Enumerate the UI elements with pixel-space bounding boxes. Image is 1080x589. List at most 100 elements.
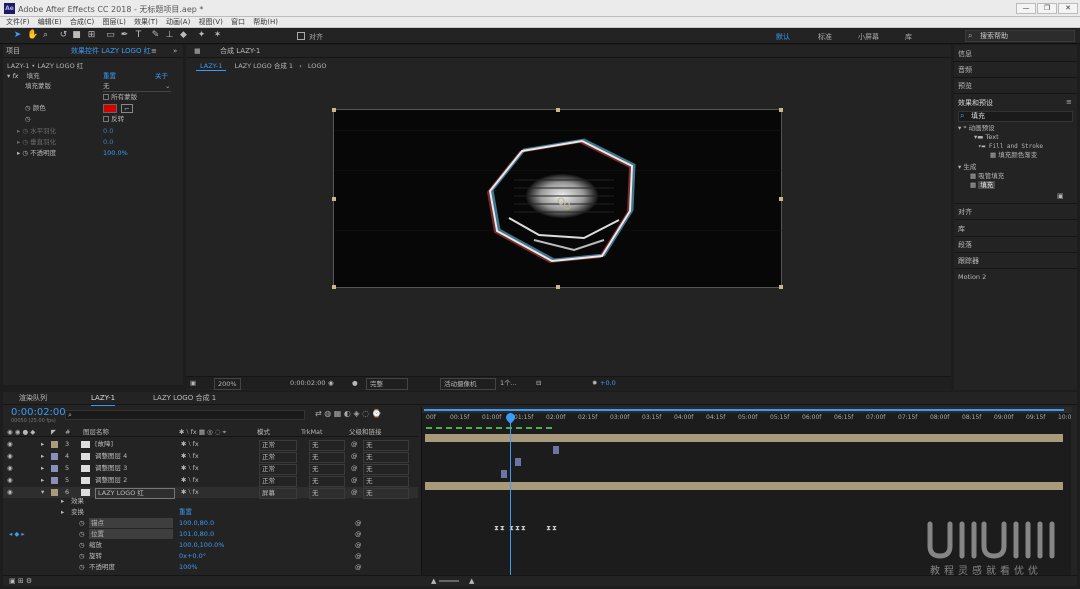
zoom-dropdown[interactable]: 200% <box>214 378 241 390</box>
panel-menu-icon[interactable]: ≡ <box>151 45 157 58</box>
stopwatch-icon[interactable]: ◷ <box>79 562 85 572</box>
property-value[interactable]: 100.0,100.0% <box>179 540 224 550</box>
layer-row[interactable]: ◉ ▸ 3 [故障] ✱ ⧵ fx 正常 无 @ 无 <box>3 439 418 451</box>
disclosure-triangle-icon[interactable]: ▸ <box>41 475 44 486</box>
property-row[interactable]: ▸ 变换 重置 <box>3 507 418 517</box>
composition-viewer[interactable] <box>332 108 783 289</box>
tab-render-queue[interactable]: 渲染队列 <box>19 392 47 405</box>
menu-effect[interactable]: 效果(T) <box>134 17 158 27</box>
menu-layer[interactable]: 图层(L) <box>102 17 125 27</box>
keyframe-navigator-icon[interactable]: ◂ ◆ ▸ <box>9 529 25 539</box>
property-value[interactable]: 100% <box>179 562 198 572</box>
clone-stamp-tool-icon[interactable]: ⊥ <box>164 30 175 41</box>
property-row[interactable]: ◷ 位置 101.0,80.0 @ ◂ ◆ ▸ <box>3 529 418 539</box>
layer-name[interactable]: [故障] <box>95 439 113 450</box>
disclosure-triangle-icon[interactable]: ▸ <box>41 451 44 462</box>
label-color-swatch[interactable] <box>51 465 58 472</box>
pickwhip-icon[interactable]: @ <box>351 463 358 474</box>
parent-dropdown[interactable]: 无 <box>363 476 409 487</box>
brush-tool-icon[interactable]: ✎ <box>150 30 161 41</box>
layer-bar-6[interactable] <box>425 482 1063 490</box>
resolution-dropdown[interactable]: 完整 <box>366 378 408 390</box>
expression-pickwhip-icon[interactable]: @ <box>355 518 362 528</box>
trkmat-dropdown[interactable]: 无 <box>309 452 345 463</box>
disclosure-triangle-icon[interactable]: ▸ <box>61 496 64 506</box>
parent-dropdown[interactable]: 无 <box>363 464 409 475</box>
menu-help[interactable]: 帮助(H) <box>253 17 278 27</box>
menu-edit[interactable]: 编辑(E) <box>38 17 62 27</box>
color-swatch[interactable] <box>103 104 117 113</box>
layer-name[interactable]: 调整图层 4 <box>95 451 127 462</box>
layer-switches-icon[interactable]: ✱ ⧵ fx <box>181 463 199 474</box>
stopwatch-icon[interactable]: ◷ <box>79 551 85 561</box>
panel-audio[interactable]: 音频 <box>958 65 972 75</box>
blend-mode-dropdown[interactable]: 正常 <box>259 452 297 463</box>
zoom-tool-icon[interactable]: ⌕ <box>40 30 51 41</box>
about-link[interactable]: 关于 <box>155 72 168 81</box>
h-feather-value[interactable]: 0.0 <box>103 127 113 136</box>
exposure-value[interactable]: +0.0 <box>600 377 616 390</box>
panel-info[interactable]: 信息 <box>958 49 972 59</box>
stopwatch-icon[interactable]: ◷ <box>79 518 85 528</box>
stopwatch-icon[interactable]: ◷ <box>79 529 85 539</box>
hand-tool-icon[interactable]: ✋ <box>27 30 38 41</box>
property-value[interactable]: 100.0,80.0 <box>179 518 214 528</box>
disclosure-triangle-icon[interactable]: ▾ <box>7 72 10 80</box>
stopwatch-icon[interactable]: ◷ <box>22 138 28 146</box>
snapshot-icon[interactable]: ◉ <box>328 377 334 390</box>
maximize-button[interactable]: ❐ <box>1037 3 1057 14</box>
effects-search-input[interactable]: 填充 <box>958 111 1073 122</box>
pen-tool-icon[interactable]: ✒ <box>119 30 130 41</box>
pickwhip-icon[interactable]: @ <box>351 475 358 486</box>
tree-fill-color-gradient[interactable]: ▦ 填充颜色渐变 <box>990 151 1037 160</box>
selection-tool-icon[interactable]: ➤ <box>12 30 23 41</box>
layer-row[interactable]: ◉ ▸ 4 调整图层 4 ✱ ⧵ fx 正常 无 @ 无 <box>3 451 418 463</box>
transform-handle[interactable] <box>556 108 560 112</box>
layer-row[interactable]: ◉ ▸ 5 调整图层 2 ✱ ⧵ fx 正常 无 @ 无 <box>3 475 418 487</box>
stopwatch-icon[interactable]: ◷ <box>22 127 28 135</box>
workspace-library[interactable]: 库 <box>905 32 912 42</box>
new-folder-icon[interactable]: ▣ <box>1057 192 1064 200</box>
v-feather-value[interactable]: 0.0 <box>103 138 113 147</box>
property-row[interactable]: ◷ 缩放 100.0,100.0% @ <box>3 540 418 550</box>
rectangle-tool-icon[interactable]: ▭ <box>105 30 116 41</box>
trkmat-dropdown[interactable]: 无 <box>309 476 345 487</box>
workspace-standard[interactable]: 标准 <box>818 32 832 42</box>
exposure-icon[interactable]: ✹ <box>592 377 597 390</box>
transform-handle[interactable] <box>332 108 336 112</box>
property-row[interactable]: ◷ 旋转 0x+0.0° @ <box>3 551 418 561</box>
layer-switches-icon[interactable]: ✱ ⧵ fx <box>181 439 199 450</box>
panel-menu-icon[interactable]: ≡ <box>1066 98 1072 106</box>
panel-preview[interactable]: 预览 <box>958 81 972 91</box>
layer-name[interactable]: 调整图层 2 <box>95 475 127 486</box>
layer-bar-5b[interactable] <box>501 470 507 478</box>
panel-tracker[interactable]: 跟踪器 <box>958 256 979 266</box>
all-masks-checkbox[interactable] <box>103 94 109 100</box>
tab-lazy-1[interactable]: LAZY-1 <box>91 392 116 406</box>
effect-fill-row[interactable]: ▾ fx 填充 重置 关于 <box>7 72 177 81</box>
parent-dropdown[interactable]: 无 <box>363 440 409 451</box>
timeline-timecode[interactable]: 0:00:02:00 <box>11 407 66 418</box>
layer-bar-3[interactable] <box>425 434 1063 442</box>
expression-pickwhip-icon[interactable]: @ <box>355 551 362 561</box>
toggle-transparency-icon[interactable]: ⊟ <box>536 377 541 390</box>
tree-generate[interactable]: ▾ 生成 <box>958 163 976 172</box>
label-color-swatch[interactable] <box>51 477 58 484</box>
camera-dropdown[interactable]: 活动摄像机 <box>440 378 496 390</box>
stopwatch-icon[interactable]: ◷ <box>25 115 31 123</box>
transform-handle[interactable] <box>332 197 336 201</box>
expression-pickwhip-icon[interactable]: @ <box>355 562 362 572</box>
puppet-pin-tool-icon[interactable]: ✶ <box>212 30 223 41</box>
always-preview-icon[interactable]: ▣ <box>190 377 196 390</box>
timeline-switches-icons[interactable]: ⇄ ◍ ▦ ◐ ◈ ◌ ⌚ <box>315 409 382 418</box>
panel-library[interactable]: 库 <box>958 224 965 234</box>
tree-fill-stroke[interactable]: ▾▬ Fill and Stroke <box>978 142 1043 151</box>
visibility-eye-icon[interactable]: ◉ <box>7 463 13 474</box>
position-keyframes[interactable]: ⧗⧗ ⧗⧗⧗ ⧗⧗ <box>494 524 558 533</box>
label-color-swatch[interactable] <box>51 489 58 496</box>
playhead[interactable] <box>504 411 518 577</box>
panel-align[interactable]: 对齐 <box>958 207 972 217</box>
tree-fill[interactable]: ▦ 填充 <box>970 181 996 190</box>
zoom-slider[interactable] <box>439 580 459 582</box>
panel-paragraph[interactable]: 段落 <box>958 240 972 250</box>
